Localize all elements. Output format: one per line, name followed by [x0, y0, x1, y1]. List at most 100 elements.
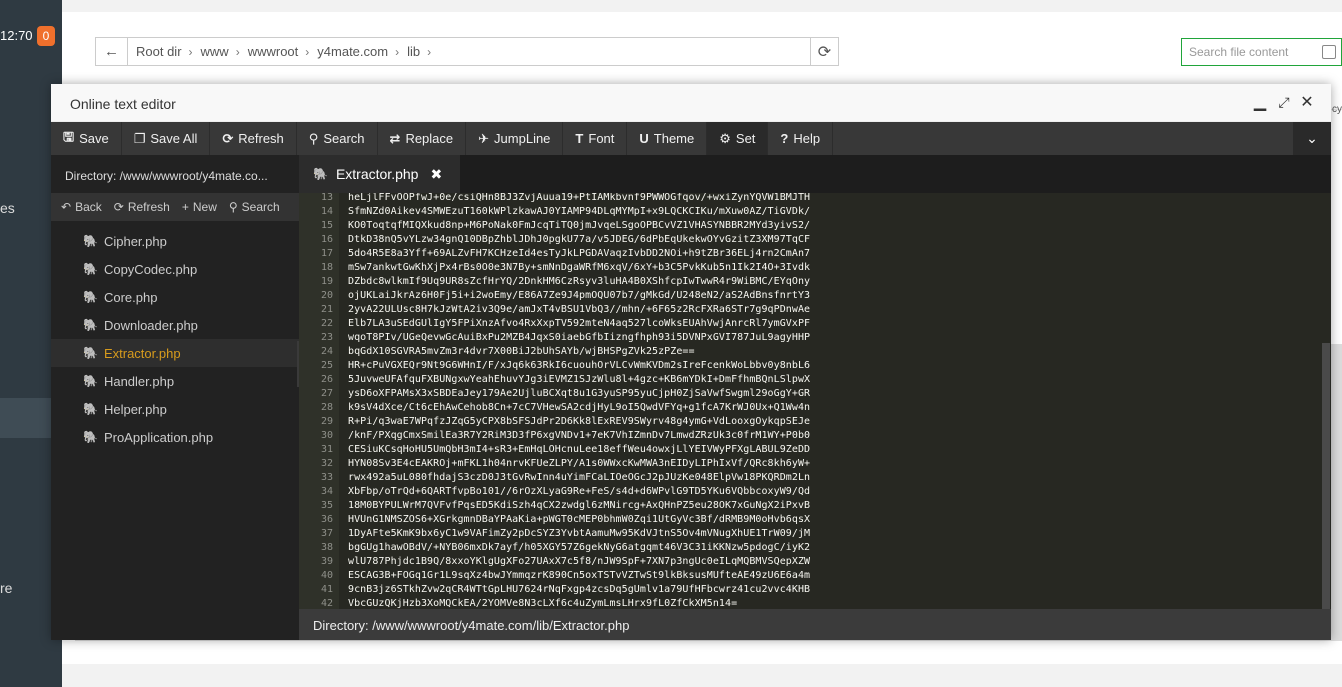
code-text: heLjlFFvOOPfwJ+0e/csiQHn8BJ3ZvjAuua19+Pt…: [348, 193, 811, 203]
breadcrumb-separator-icon: ›: [305, 44, 310, 59]
breadcrumb-segment[interactable]: www: [201, 44, 229, 59]
sidebar-refresh-button[interactable]: ⟳ Refresh: [114, 200, 170, 214]
toolbar-save-all-button[interactable]: ❐ Save All: [122, 122, 211, 155]
toolbar-jumpline-button[interactable]: ✈ JumpLine: [466, 122, 564, 155]
toolbar-help-button[interactable]: ? Help: [768, 122, 834, 155]
code-text: ojUKLaiJkrAz6H0Fj5i+i2woEmy/E86A7Ze9J4pm…: [348, 290, 811, 301]
toolbar-save-button[interactable]: 🖫 Save: [51, 122, 122, 155]
code-line: 31 CESiuKCsqHoHU5UmQbH3mI4+sR3+EmHqLOHcnu…: [299, 443, 810, 457]
code-line: 16 DtkD38nQ5vYLzw34gnQ10DBpZhblJDhJ0pgkU7…: [299, 233, 810, 247]
toolbar-replace-button[interactable]: ⇄ Replace: [378, 122, 467, 155]
code-text: ysD6oXFPAMsX3xSBDEaJey179Ae2UjluBCXqt8u1…: [348, 388, 811, 399]
line-number: 40: [320, 570, 333, 581]
code-line: 20 ojUKLaiJkrAz6H0Fj5i+i2woEmy/E86A7Ze9J4…: [299, 289, 810, 303]
back-arrow-icon[interactable]: ←: [96, 38, 128, 65]
code-line: 24 bqGdX10SGVRA5mvZm3r4dvr7X00BiJ2bUhSAYb…: [299, 345, 695, 359]
plus-icon: +: [181, 200, 189, 214]
line-number: 41: [320, 584, 333, 595]
code-line: 38 bgGUg1hawOBdV/+NYB06mxDk7ayf/h05XGY57Z…: [299, 541, 810, 555]
code-text: 9cnB3jz6STkhZvw2qCR4WTtGpLHU7624rNqFxgp4…: [348, 584, 811, 595]
code-line: 37 1DyAFte5KmK9bx6yC1w9VAFimZy2pDcSYZ3Yvb…: [299, 527, 810, 541]
scrollbar-thumb[interactable]: [1322, 343, 1330, 609]
php-file-icon: 🐘: [83, 318, 98, 332]
code-editor[interactable]: 13 heLjlFFvOOPfwJ+0e/csiQHn8BJ3ZvjAuua19+…: [299, 193, 1331, 609]
toolbar-button-label: Replace: [405, 131, 454, 146]
code-text: DtkD38nQ5vYLzw34gnQ10DBpZhblJDhJ0pgkU77a…: [348, 234, 811, 245]
file-list-item[interactable]: 🐘 Cipher.php: [51, 227, 299, 255]
sidebar-fragment-text[interactable]: re: [0, 580, 12, 596]
breadcrumb-segment[interactable]: wwwroot: [248, 44, 299, 59]
line-number: 29: [320, 416, 333, 427]
line-number: 19: [320, 276, 333, 287]
breadcrumb-segment[interactable]: lib: [407, 44, 420, 59]
toolbar-search-button[interactable]: ⚲ Search: [297, 122, 378, 155]
line-number: 36: [320, 514, 333, 525]
background-table-footer: [75, 640, 1342, 658]
sidebar-fragment-text[interactable]: es: [0, 200, 15, 216]
chevron-down-icon[interactable]: ⌄: [1293, 122, 1331, 155]
back-icon: ↶: [61, 200, 72, 214]
line-number: 34: [320, 486, 333, 497]
sidebar-search-button[interactable]: ⚲ Search: [229, 200, 280, 214]
notification-badge[interactable]: 0: [37, 26, 55, 46]
code-line: 42 VbcGUzQKjHzb3XoMQCkEA/2YOMVe8N3cLXf6c4…: [299, 597, 737, 609]
search-icon: ⚲: [228, 200, 238, 214]
file-list-item[interactable]: 🐘 Handler.php: [51, 367, 299, 395]
line-number: 33: [320, 472, 333, 483]
dialog-title-bar[interactable]: Online text editor ▁ ⤢ ✕: [51, 84, 1331, 122]
sidebar-action-label: New: [192, 200, 217, 214]
search-file-content-input[interactable]: Search file content: [1181, 38, 1342, 66]
tab-extractor-php[interactable]: 🐘 Extractor.php ✖: [299, 155, 460, 193]
php-file-icon: 🐘: [83, 402, 98, 416]
background-text-fragment: cy: [1332, 104, 1342, 115]
breadcrumb-segment[interactable]: y4mate.com: [317, 44, 388, 59]
search-option-checkbox[interactable]: [1322, 45, 1336, 59]
file-list-item[interactable]: 🐘 Helper.php: [51, 395, 299, 423]
toolbar-button-label: Theme: [653, 131, 695, 146]
code-text: SfmNZd0Aikev4SMWEzuT160kWPlzkawAJ0YIAMP9…: [348, 206, 811, 217]
maximize-icon[interactable]: ⤢: [1275, 93, 1293, 111]
line-number: 14: [320, 206, 333, 217]
code-text: XbFbp/oTrQd+6QARTfvpBo101//6rOzXLyaG9Re+…: [348, 486, 811, 497]
toolbar-button-label: JumpLine: [494, 131, 551, 146]
code-text: KO0ToqtqfMIQXkud8np+M6PoNak0FmJcqTiTQ0jm…: [348, 220, 811, 231]
breadcrumb-separator-icon: ›: [395, 44, 400, 59]
online-text-editor-dialog: Online text editor ▁ ⤢ ✕ 🖫 Save ❐ Save All ⟳…: [51, 84, 1331, 640]
line-number: 38: [320, 542, 333, 553]
file-list-item[interactable]: 🐘 Core.php: [51, 283, 299, 311]
page-footer: [62, 664, 1342, 687]
code-line: 25 HR+cPuVGXEQr9Nt9G6WHnI/F/xJq6k63RkI6cu…: [299, 359, 810, 373]
code-text: CESiuKCsqHoHU5UmQbH3mI4+sR3+EmHqLOHcnuLe…: [348, 444, 811, 455]
toolbar-font-button[interactable]: T Font: [563, 122, 628, 155]
code-line: 19 DZbdc8wlkmIf9Uq9UR8sZcfHrYQ/2DnkHM6CzR…: [299, 275, 810, 289]
jumpline-icon: ✈: [478, 130, 490, 146]
breadcrumb: Root dir › www › wwwroot › y4mate.com › lib ›: [128, 44, 810, 59]
file-name: ProApplication.php: [103, 429, 214, 445]
code-text: bqGdX10SGVRA5mvZm3r4dvr7X00BiJ2bUhSAYb/w…: [348, 346, 695, 357]
file-list-item[interactable]: 🐘 ProApplication.php: [51, 423, 299, 451]
tab-close-icon[interactable]: ✖: [430, 166, 442, 183]
toolbar-set-button[interactable]: ⚙ Set: [707, 122, 769, 155]
close-icon[interactable]: ✕: [1298, 93, 1316, 111]
file-list-item[interactable]: 🐘 CopyCodec.php: [51, 255, 299, 283]
code-line: 27 ysD6oXFPAMsX3xSBDEaJey179Ae2UjluBCXqt8…: [299, 387, 810, 401]
refresh-icon[interactable]: ⟳: [810, 38, 838, 65]
file-list-item[interactable]: 🐘 Extractor.php: [51, 339, 299, 367]
code-text: /knF/PXqgCmxSmilEa3R7Y2RiM3D3fP6xgVNDv1+…: [348, 430, 811, 441]
sidebar-back-button[interactable]: ↶ Back: [61, 200, 102, 214]
code-line: 21 2yvA22ULUsc8H7kJzWtA2iv3Q9e/amJxT4vBSU…: [299, 303, 810, 317]
breadcrumb-segment[interactable]: Root dir: [136, 44, 182, 59]
line-number: 25: [320, 360, 333, 371]
code-line: 13 heLjlFFvOOPfwJ+0e/csiQHn8BJ3ZvjAuua19+…: [299, 193, 810, 205]
toolbar-refresh-button[interactable]: ⟳ Refresh: [210, 122, 297, 155]
settings-icon: ⚙: [719, 130, 731, 146]
file-list-item[interactable]: 🐘 Downloader.php: [51, 311, 299, 339]
toolbar-button-label: Refresh: [238, 131, 284, 146]
minimize-icon[interactable]: ▁: [1251, 93, 1269, 111]
code-line: 40 ESCAG3B+FOGq1Gr1L9sqXz4bwJYmmqzrK890Cn…: [299, 569, 810, 583]
code-scrollbar[interactable]: [1321, 193, 1331, 609]
code-line: 26 5JuvweUFAfquFXBUNgxwYeahEhuvYJg3iEVMZ1…: [299, 373, 810, 387]
toolbar-theme-button[interactable]: U Theme: [627, 122, 708, 155]
code-text: HR+cPuVGXEQr9Nt9G6WHnI/F/xJq6k63RkI6cuou…: [348, 360, 811, 371]
sidebar-new-button[interactable]: + New: [182, 200, 217, 214]
